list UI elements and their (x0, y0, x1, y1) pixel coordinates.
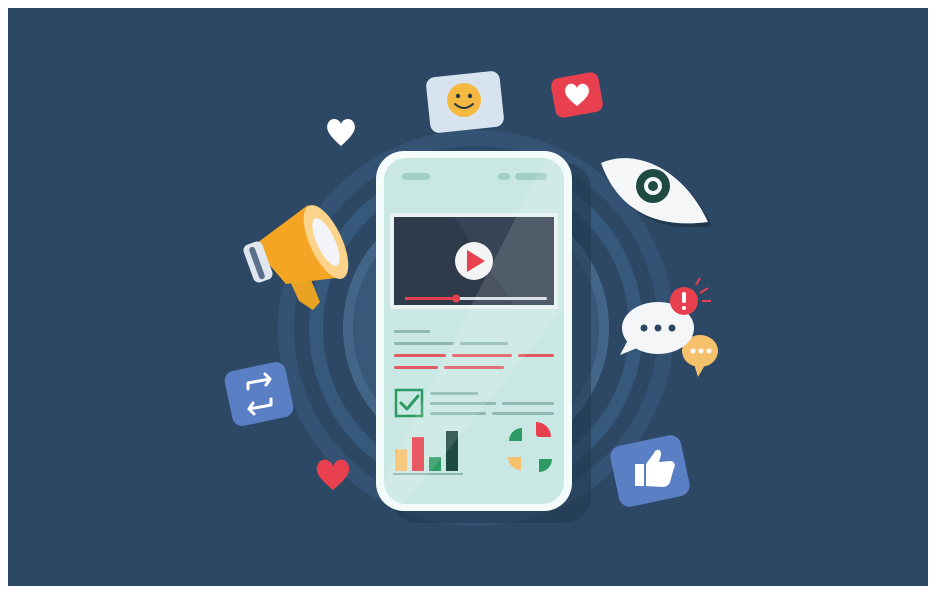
video-progress-knob[interactable] (452, 294, 461, 303)
illustration (8, 8, 928, 586)
status-dot (498, 173, 510, 180)
illustration-svg (8, 8, 928, 586)
video-progress-fill (405, 297, 457, 300)
heart-card-icon (551, 72, 603, 118)
smiley-icon (426, 71, 504, 133)
speaker-bar (402, 173, 430, 180)
phone (376, 151, 572, 511)
